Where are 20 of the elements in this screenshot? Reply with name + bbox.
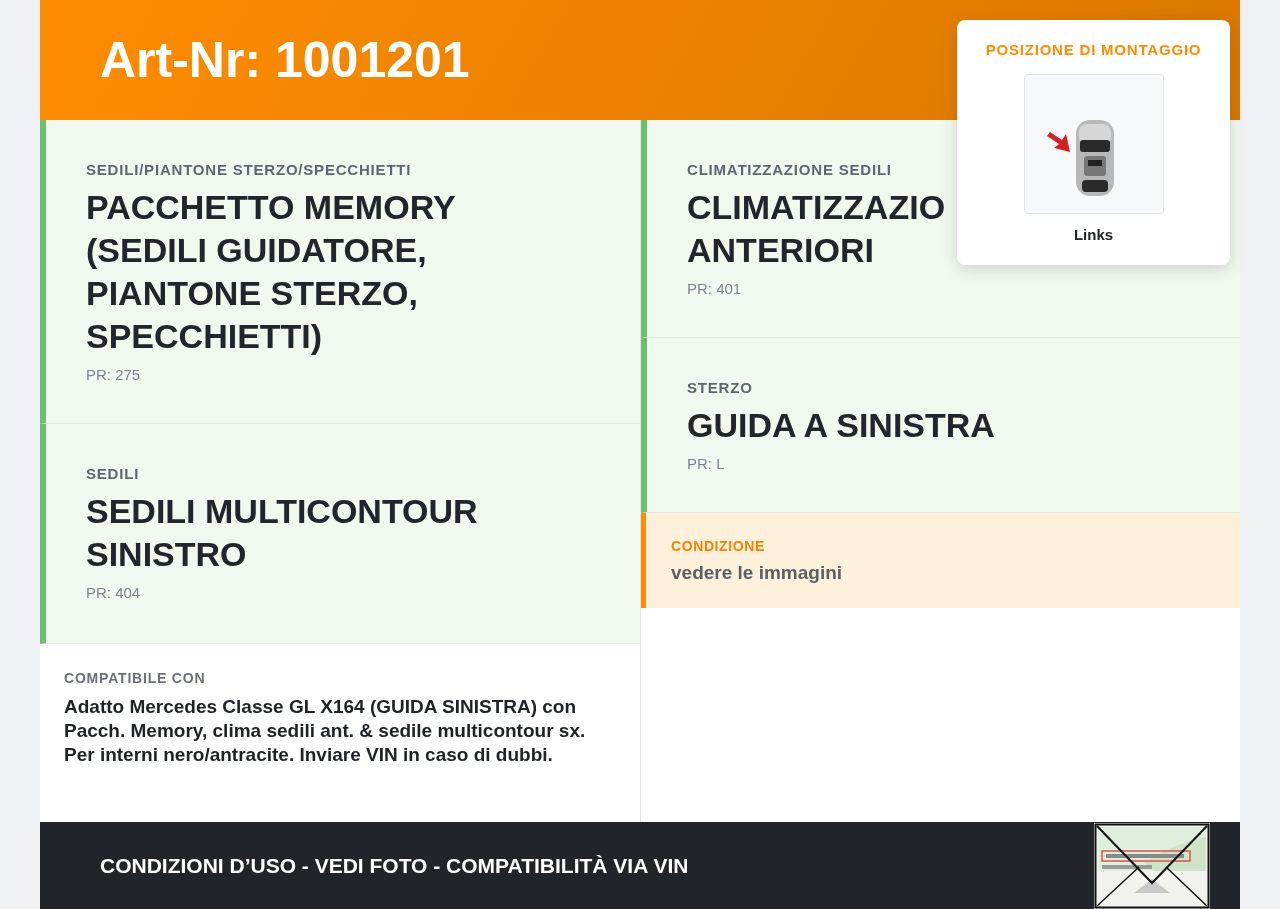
condition-text: vedere le immagini [671,562,844,584]
spec-title: PACCHETTO MEMORY (SEDILI GUIDATORE, PIANTONE STERZO, SPECCHIETTI) [86,187,456,357]
spec-title: GUIDA A SINISTRA [687,405,995,446]
pr-code: PR: L [687,455,726,472]
category-label: CLIMATIZZAZIONE SEDILI [687,161,893,178]
pr-code: PR: 404 [86,584,142,601]
position-label: Links [1073,226,1114,243]
category-label: SEDILI/PIANTONE STERZO/SPECCHIETTI [86,161,413,178]
mounting-label: POSIZIONE DI MONTAGGIO [985,41,1202,58]
compatible-label: COMPATIBILE CON [64,670,207,686]
spec-title: SEDILI MULTICONTOUR SINISTRO [86,491,478,575]
condition-label: CONDIZIONE [671,538,766,554]
pr-code: PR: 275 [86,366,142,383]
spec-title: CLIMATIZZAZIO ANTERIORI [687,187,946,271]
category-label: STERZO [687,379,754,396]
compatibility-text: Adatto Mercedes Classe GL X164 (GUIDA SINISTRA) con Pacch. Memory, clima sedili ant. & sedile multicontour sx. Per interni nero/antracite. Inviare VIN in caso di dubbi. [64,695,587,767]
article-number: Art-Nr: 1001201 [100,31,470,89]
pr-code: PR: 401 [687,280,743,297]
category-label: SEDILI [86,465,141,482]
footer-text: CONDIZIONI D’USO - VEDI FOTO - COMPATIBILITÀ VIA VIN [100,853,689,878]
